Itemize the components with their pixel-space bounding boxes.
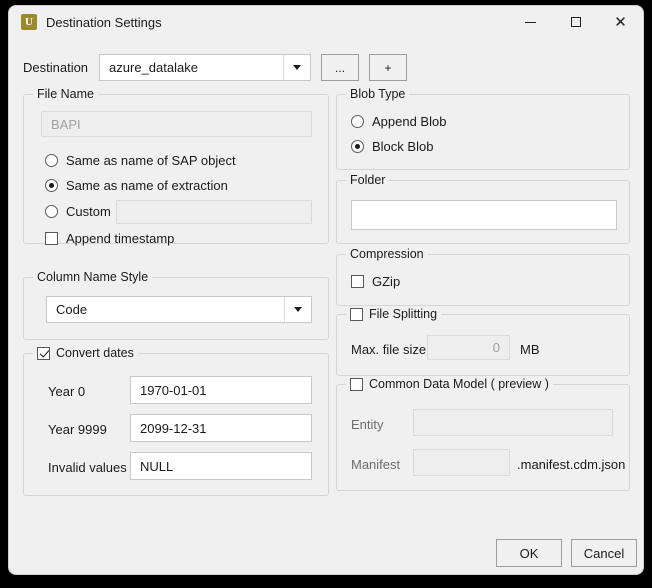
invalid-values-input[interactable]: NULL (130, 452, 312, 480)
file-name-group: File Name BAPI Same as name of SAP objec… (23, 87, 329, 246)
manifest-label: Manifest (351, 457, 401, 472)
year-9999-value: 2099-12-31 (140, 420, 207, 436)
radio-block-blob[interactable]: Block Blob (351, 139, 433, 154)
radio-icon (45, 179, 58, 192)
common-data-model-label: Common Data Model ( preview ) (369, 377, 549, 391)
title-bar: U Destination Settings ✕ (9, 6, 643, 38)
radio-label: Same as name of extraction (66, 178, 228, 193)
radio-same-as-sap-object[interactable]: Same as name of SAP object (45, 153, 236, 168)
convert-dates-group: Convert dates Year 0 1970-01-01 Year 999… (23, 346, 329, 496)
file-name-group-title: File Name (33, 87, 98, 101)
maximize-button[interactable] (553, 6, 598, 38)
manifest-suffix: .manifest.cdm.json (517, 457, 626, 472)
append-timestamp-label: Append timestamp (66, 231, 175, 246)
year-0-input[interactable]: 1970-01-01 (130, 376, 312, 404)
file-splitting-group: File Splitting Max. file size 0 MB (336, 307, 630, 376)
folder-group-title: Folder (346, 173, 390, 187)
common-data-model-group-title[interactable]: Common Data Model ( preview ) (346, 377, 553, 391)
u-logo-icon: U (21, 14, 37, 30)
destination-settings-window: U Destination Settings ✕ Destination azu… (8, 5, 644, 575)
blob-type-group: Blob Type Append Blob Block Blob (336, 87, 630, 170)
close-button[interactable]: ✕ (598, 6, 643, 38)
chevron-down-icon (284, 297, 311, 322)
entity-label: Entity (351, 417, 384, 432)
destination-row: Destination azure_datalake ... + (23, 54, 643, 81)
radio-label: Custom (66, 204, 111, 219)
radio-label: Block Blob (372, 139, 434, 154)
checkbox-icon (350, 307, 363, 321)
compression-group-title: Compression (346, 247, 428, 261)
add-destination-button[interactable]: + (369, 54, 408, 81)
destination-label: Destination (23, 60, 89, 75)
checkbox-icon (37, 346, 50, 360)
minimize-icon (525, 21, 536, 23)
convert-dates-group-title[interactable]: Convert dates (33, 346, 138, 360)
window-controls: ✕ (508, 6, 643, 38)
column-name-style-group: Column Name Style Code (23, 270, 329, 340)
radio-same-as-extraction[interactable]: Same as name of extraction (45, 178, 228, 193)
common-data-model-group: Common Data Model ( preview ) Entity Man… (336, 377, 630, 491)
file-name-preview-field: BAPI (41, 111, 312, 137)
folder-group: Folder (336, 173, 630, 244)
maximize-icon (570, 17, 581, 27)
blob-type-group-title: Blob Type (346, 87, 410, 101)
invalid-values-label: Invalid values (48, 460, 127, 475)
manifest-input[interactable] (413, 449, 510, 476)
compression-group: Compression GZip (336, 247, 630, 306)
cancel-button[interactable]: Cancel (571, 539, 637, 567)
checkbox-icon (45, 232, 58, 245)
radio-icon (45, 154, 58, 167)
window-title: Destination Settings (46, 14, 162, 30)
file-name-preview-value: BAPI (51, 116, 81, 132)
radio-label: Same as name of SAP object (66, 153, 236, 168)
column-name-style-select[interactable]: Code (46, 296, 312, 323)
checkbox-icon (351, 275, 364, 288)
year-9999-input[interactable]: 2099-12-31 (130, 414, 312, 442)
folder-input[interactable] (351, 200, 617, 230)
checkbox-icon (350, 377, 363, 391)
year-9999-label: Year 9999 (48, 422, 107, 437)
close-icon: ✕ (614, 12, 627, 31)
radio-icon (45, 205, 58, 218)
radio-custom[interactable]: Custom (45, 204, 111, 219)
convert-dates-label: Convert dates (56, 346, 134, 360)
chevron-down-icon (283, 55, 310, 80)
browse-destination-button[interactable]: ... (321, 54, 360, 81)
radio-label: Append Blob (372, 114, 447, 129)
gzip-label: GZip (372, 274, 401, 289)
destination-value: azure_datalake (109, 60, 198, 75)
max-file-size-label: Max. file size (351, 342, 427, 357)
custom-file-name-input[interactable] (116, 200, 312, 224)
radio-append-blob[interactable]: Append Blob (351, 114, 446, 129)
minimize-button[interactable] (508, 6, 553, 38)
radio-icon (351, 140, 364, 153)
append-timestamp-checkbox[interactable]: Append timestamp (45, 231, 174, 246)
year-0-value: 1970-01-01 (140, 382, 207, 398)
destination-select[interactable]: azure_datalake (99, 54, 312, 81)
max-file-size-input[interactable]: 0 (427, 335, 510, 360)
column-name-style-group-title: Column Name Style (33, 270, 153, 284)
max-file-size-value: 0 (492, 340, 500, 355)
invalid-values-value: NULL (140, 458, 174, 474)
column-name-style-value: Code (56, 302, 88, 317)
ok-button[interactable]: OK (496, 539, 562, 567)
radio-icon (351, 115, 364, 128)
max-file-size-unit: MB (520, 342, 540, 357)
file-splitting-group-title[interactable]: File Splitting (346, 307, 442, 321)
year-0-label: Year 0 (48, 384, 86, 399)
file-splitting-label: File Splitting (369, 307, 438, 321)
entity-input[interactable] (413, 409, 613, 436)
gzip-checkbox[interactable]: GZip (351, 274, 400, 289)
